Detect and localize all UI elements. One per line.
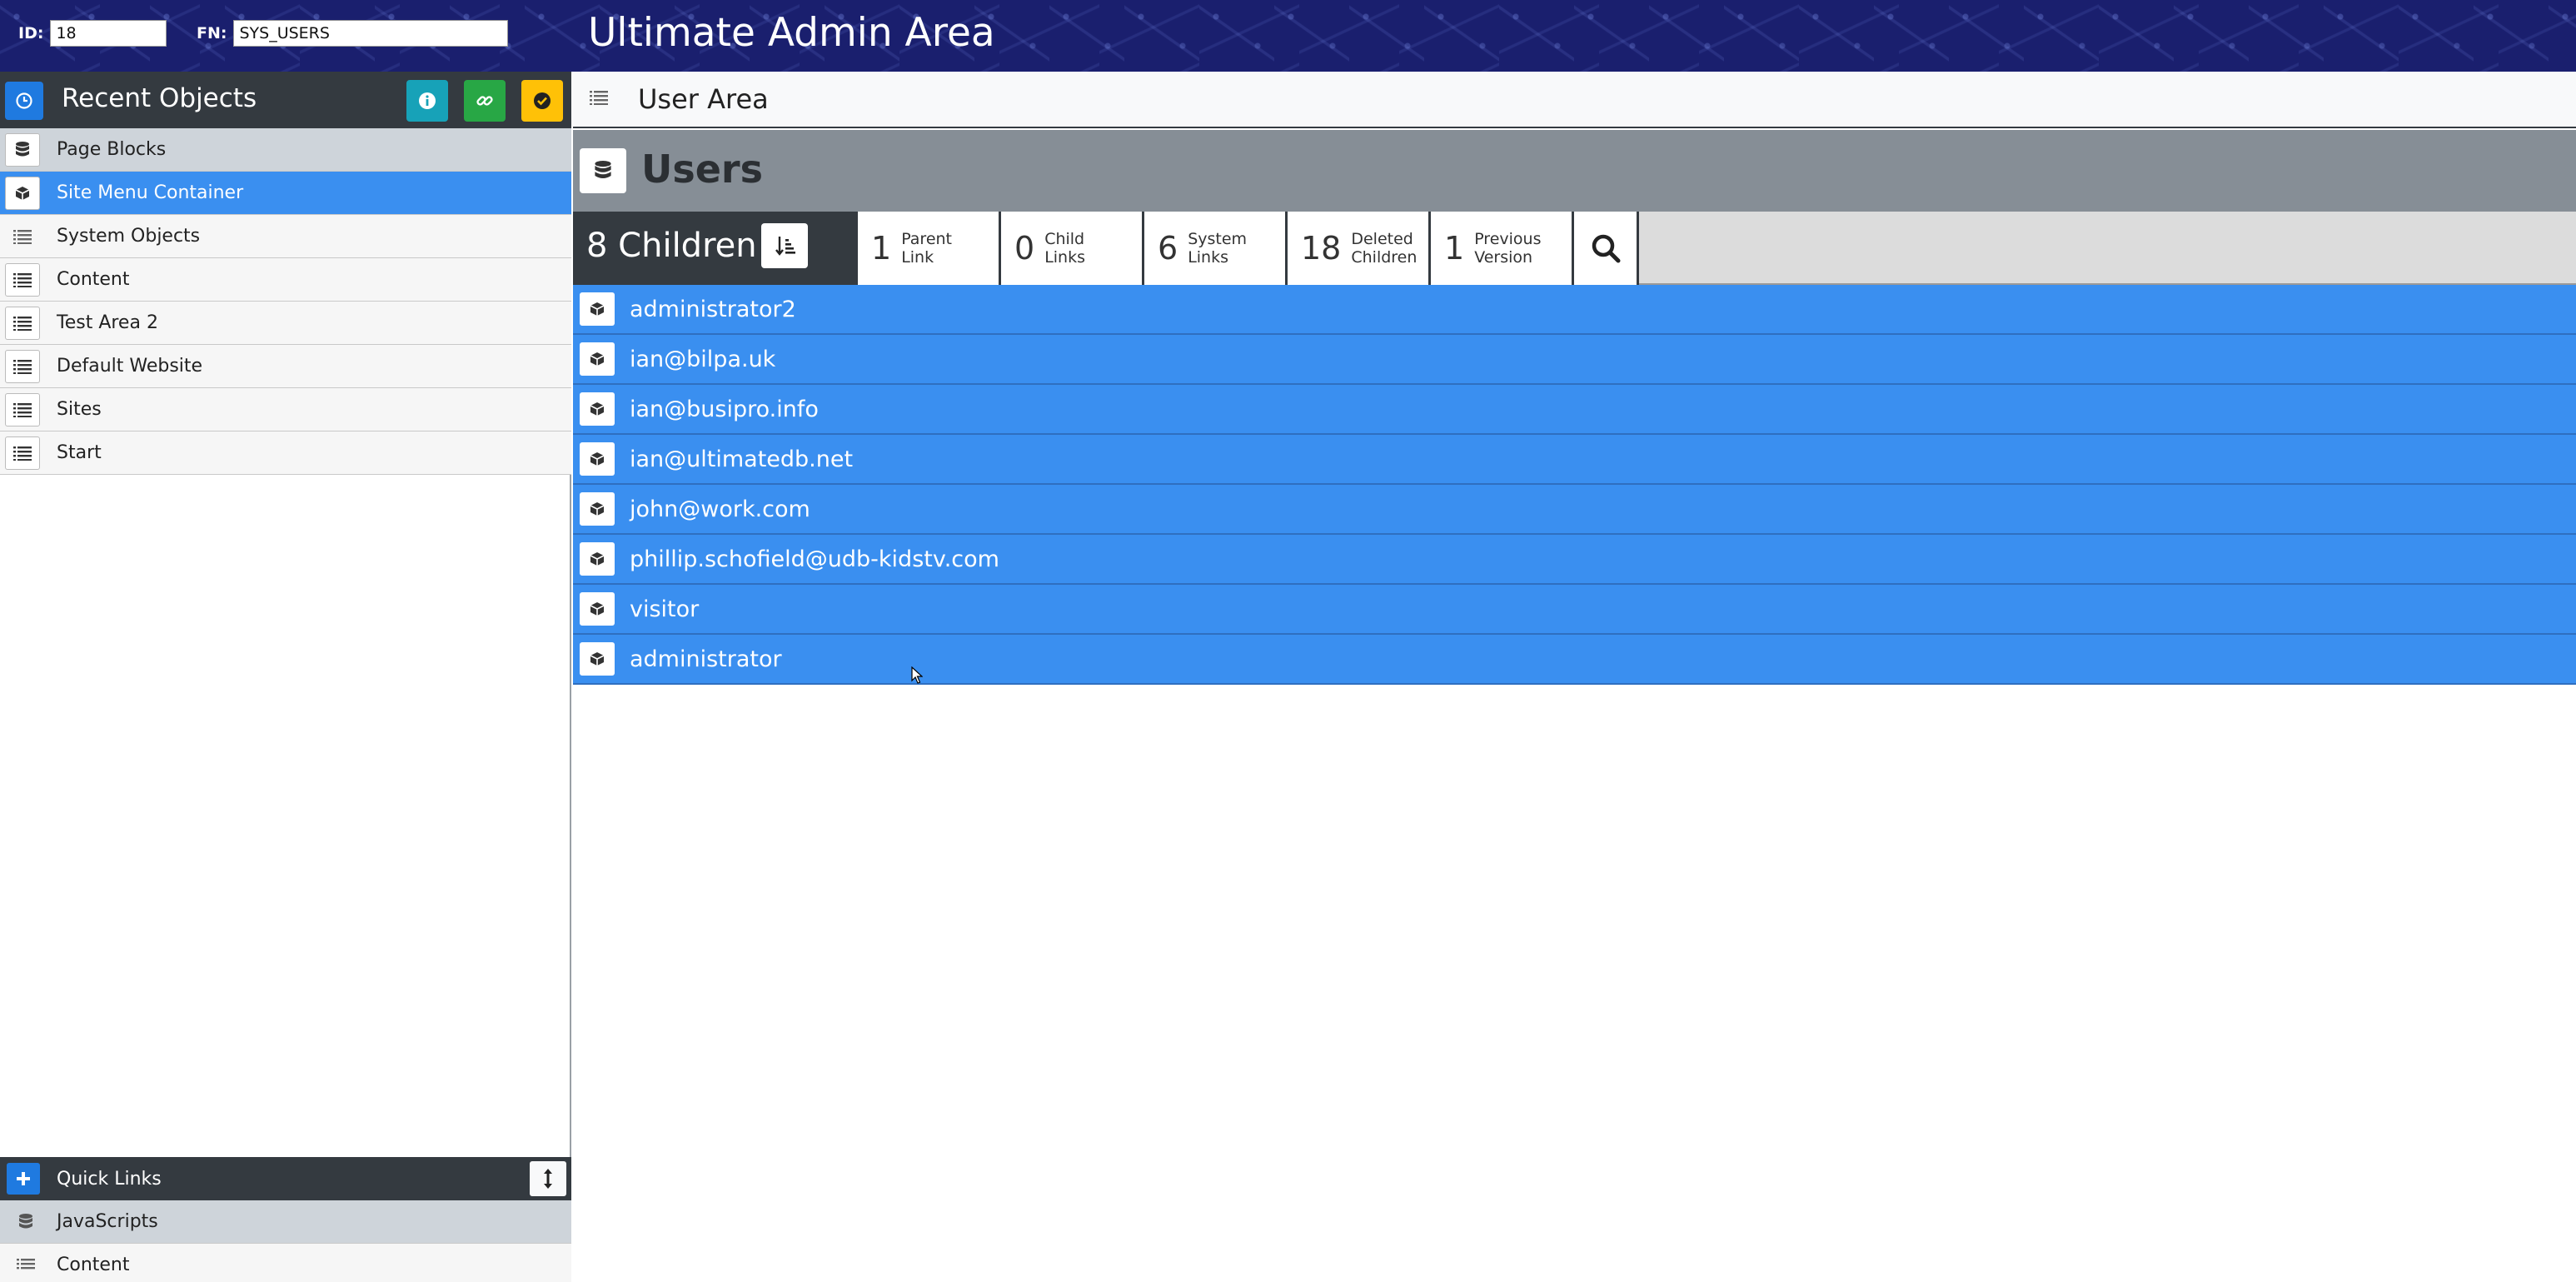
cube-icon [5,177,40,210]
sort-icon[interactable] [761,223,808,268]
tab-children[interactable]: 8 Children [573,212,858,285]
recent-item-label: Test Area 2 [57,312,158,333]
list-icon [5,220,40,253]
database-icon [8,1205,43,1239]
clock-icon[interactable] [5,82,43,120]
top-header: ID: FN: Ultimate Admin Area [0,0,2576,72]
info-button[interactable] [406,80,448,122]
fn-label: FN: [197,24,227,42]
id-field-group: ID: [18,20,167,47]
recent-item-label: Site Menu Container [57,182,244,203]
page-title: Users [641,147,763,192]
list-icon [5,393,40,427]
recent-item-page-blocks[interactable]: Page Blocks [0,128,571,172]
list-item[interactable]: ian@bilpa.uk [573,335,2576,385]
quick-link-content[interactable]: Content [0,1244,571,1282]
list-icon [5,307,40,340]
database-icon [5,133,40,167]
cube-icon [580,442,615,476]
list-icon [8,1249,43,1282]
list-icon[interactable] [590,90,608,108]
tab-parent-link[interactable]: 1 Parent Link [858,212,1001,285]
database-icon [580,148,626,193]
cube-icon [580,292,615,326]
tab-child-links[interactable]: 0 Child Links [1001,212,1144,285]
list-item[interactable]: administrator [573,635,2576,685]
recent-item-default-website[interactable]: Default Website [0,345,571,388]
recent-item-label: Content [57,269,130,290]
children-count-label: 8 Children [586,227,757,265]
list-item-label: ian@bilpa.uk [630,346,776,372]
list-item-label: administrator [630,646,782,672]
search-icon [1592,234,1620,263]
cube-icon [580,592,615,626]
plus-icon[interactable] [7,1163,40,1195]
quick-links-title: Quick Links [57,1168,162,1190]
list-icon [5,436,40,470]
recent-item-start[interactable]: Start [0,431,571,475]
main-panel: User Area Users 8 Children 1 Parent Link … [573,72,2576,1282]
sidebar: Recent Objects Page Blocks Site Menu Con… [0,72,571,1282]
mouse-cursor-icon [911,666,923,684]
recent-item-label: Page Blocks [57,139,167,160]
tab-previous-version[interactable]: 1 Previous Version [1431,212,1574,285]
fn-field-group: FN: [197,20,509,47]
list-icon [5,350,40,383]
recent-objects-list: Page Blocks Site Menu Container System O… [0,128,571,475]
cube-icon [580,542,615,576]
recent-item-label: Start [57,442,102,463]
search-button[interactable] [1574,212,1639,285]
cube-icon [580,392,615,426]
recent-item-content[interactable]: Content [0,258,571,302]
quick-links-header: Quick Links [0,1157,571,1200]
children-list: administrator2 ian@bilpa.uk ian@busipro.… [573,285,2576,685]
quick-link-label: JavaScripts [57,1211,158,1232]
resize-vertical-icon[interactable] [530,1161,566,1196]
object-title-bar: Users [573,130,2576,212]
recent-item-site-menu-container[interactable]: Site Menu Container [0,172,571,215]
tab-system-links[interactable]: 6 System Links [1144,212,1288,285]
list-item[interactable]: ian@ultimatedb.net [573,435,2576,485]
recent-item-system-objects[interactable]: System Objects [0,215,571,258]
recent-item-sites[interactable]: Sites [0,388,571,431]
list-item-label: ian@busipro.info [630,396,819,422]
check-button[interactable] [521,80,563,122]
check-icon [534,92,551,109]
list-item-label: phillip.schofield@udb-kidstv.com [630,546,999,572]
list-item-label: john@work.com [630,496,810,522]
recent-objects-title: Recent Objects [62,83,257,113]
app-title: Ultimate Admin Area [588,10,995,56]
cube-icon [580,492,615,526]
relation-tabs: 8 Children 1 Parent Link 0 Child Links 6 S… [573,212,2576,285]
recent-item-label: Sites [57,399,102,420]
list-item-label: visitor [630,596,700,622]
list-item[interactable]: administrator2 [573,285,2576,335]
id-label: ID: [18,24,44,42]
list-item[interactable]: ian@busipro.info [573,385,2576,435]
list-icon [5,263,40,297]
quick-link-label: Content [57,1255,130,1275]
recent-item-label: System Objects [57,226,201,247]
link-button[interactable] [464,80,506,122]
breadcrumb-bar: User Area [573,72,2576,128]
breadcrumb[interactable]: User Area [638,83,769,115]
tab-deleted-children[interactable]: 18 Deleted Children [1288,212,1431,285]
fn-input[interactable] [233,20,509,47]
recent-objects-header: Recent Objects [0,72,571,128]
list-item[interactable]: john@work.com [573,485,2576,535]
cube-icon [580,342,615,376]
info-icon [419,92,436,109]
quick-links-list: JavaScripts Content [0,1200,571,1282]
list-item-label: administrator2 [630,296,796,322]
link-icon [476,96,493,106]
list-item[interactable]: visitor [573,585,2576,635]
cube-icon [580,642,615,676]
recent-item-label: Default Website [57,356,203,377]
recent-item-test-area-2[interactable]: Test Area 2 [0,302,571,345]
quick-link-javascripts[interactable]: JavaScripts [0,1200,571,1244]
list-item[interactable]: phillip.schofield@udb-kidstv.com [573,535,2576,585]
id-input[interactable] [50,20,167,47]
list-item-label: ian@ultimatedb.net [630,446,854,472]
